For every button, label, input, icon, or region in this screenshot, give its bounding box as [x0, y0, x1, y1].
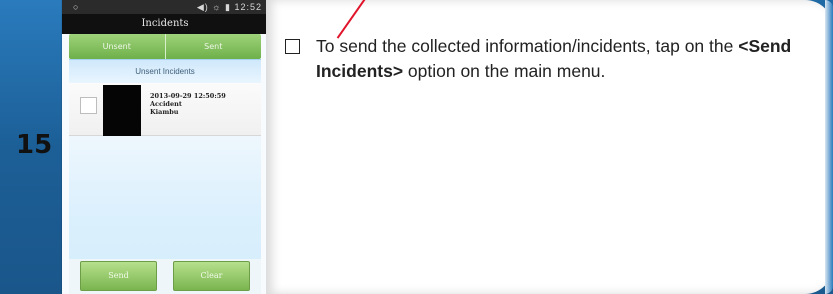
status-bar: ○ ◀) ☼ ▮ 12:52 — [62, 0, 268, 14]
instruction-bullet: To send the collected information/incide… — [285, 34, 820, 84]
status-indicator-icon: ○ — [73, 2, 79, 12]
status-right-indicators: ◀) ☼ ▮ 12:52 — [196, 2, 262, 12]
incident-tabs: Unsent Sent — [69, 34, 261, 59]
app-title: Incidents — [62, 14, 268, 34]
bottom-actions: Send Clear — [69, 259, 261, 294]
instruction-text: To send the collected information/incide… — [316, 34, 820, 84]
slide-number: 15 — [16, 130, 53, 160]
incident-details: 2013-09-29 12:50:59 Accident Kiambu — [150, 92, 226, 116]
incident-timestamp: 2013-09-29 12:50:59 — [150, 92, 226, 100]
instruction-suffix: option on the main menu. — [403, 61, 606, 81]
clear-button[interactable]: Clear — [173, 261, 250, 291]
incident-type: Accident — [150, 100, 182, 108]
phone-screenshot: ○ ◀) ☼ ▮ 12:52 Incidents Unsent Sent Uns… — [62, 0, 268, 294]
slide: 15 ○ ◀) ☼ ▮ 12:52 Incidents Unsent Sent … — [0, 0, 833, 294]
section-header: Unsent Incidents — [69, 59, 261, 84]
incident-location: Kiambu — [150, 108, 179, 116]
incident-row[interactable]: 2013-09-29 12:50:59 Accident Kiambu — [69, 83, 261, 137]
instruction-prefix: To send the collected information/incide… — [316, 36, 739, 56]
incident-thumbnail — [103, 85, 141, 137]
send-button[interactable]: Send — [80, 261, 157, 291]
tab-unsent[interactable]: Unsent — [69, 34, 165, 59]
tab-sent[interactable]: Sent — [164, 34, 262, 59]
incident-list-area — [69, 136, 261, 259]
incident-checkbox[interactable] — [80, 97, 97, 114]
checkbox-bullet-icon — [285, 39, 300, 54]
